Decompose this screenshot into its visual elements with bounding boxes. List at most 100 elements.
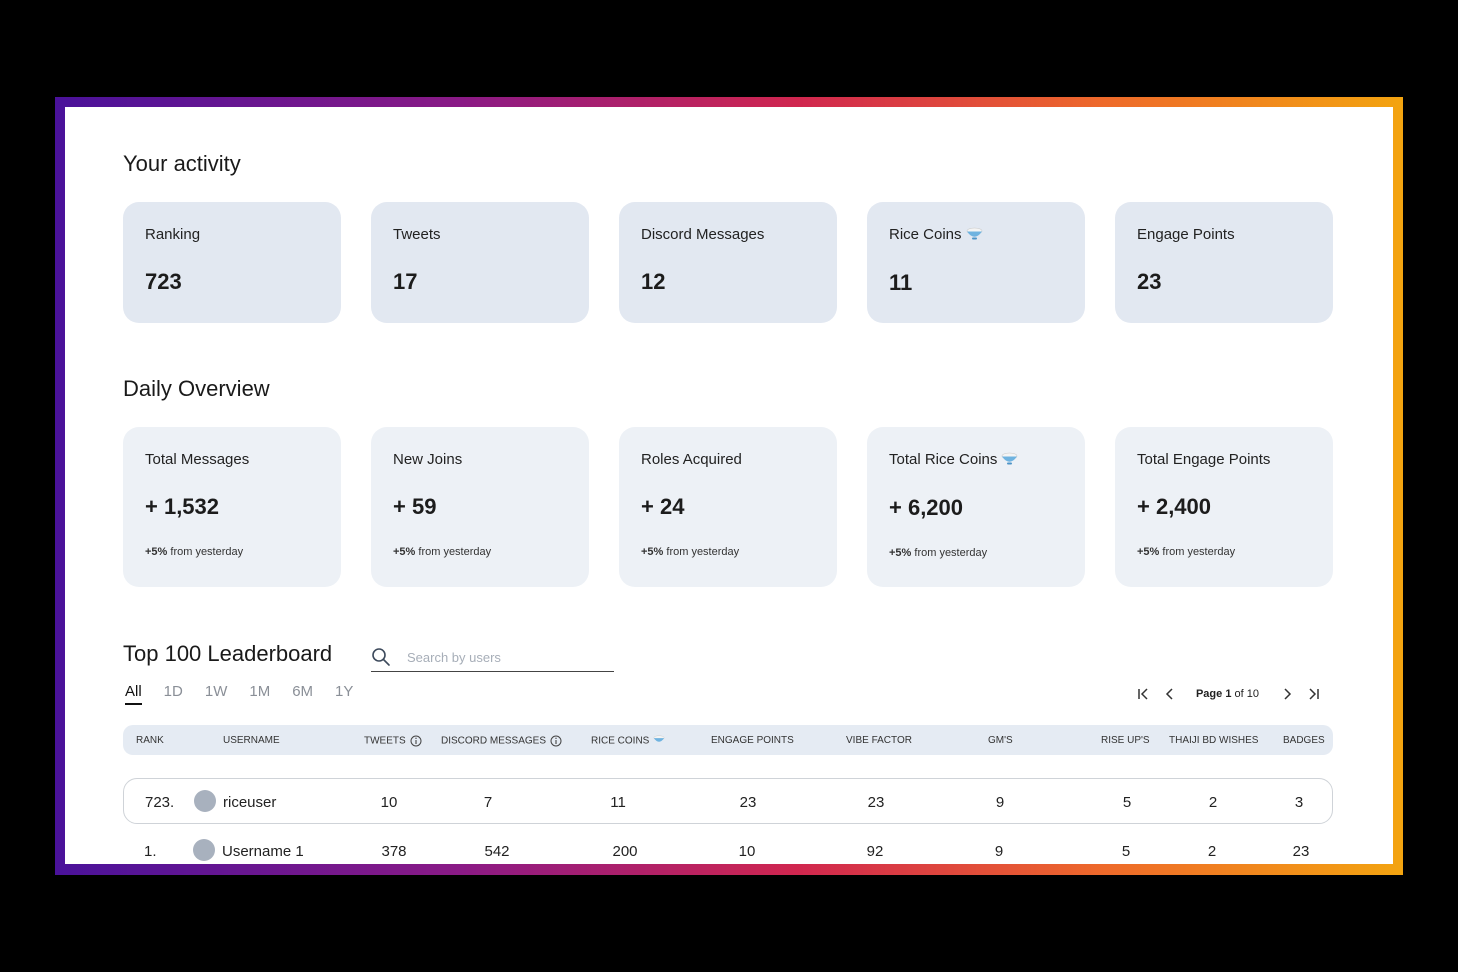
card-label: Roles Acquired — [641, 451, 742, 468]
first-page-icon[interactable] — [1134, 685, 1154, 703]
col-rice-wrap[interactable]: Rice Coins — [591, 735, 665, 747]
cell-discord: 542 — [484, 843, 510, 860]
cell-riseups: 5 — [1121, 843, 1131, 860]
avatar — [194, 790, 216, 812]
rice-bowl-icon — [653, 735, 665, 747]
cell-engage: 23 — [739, 794, 757, 811]
card-label: Ranking — [145, 226, 201, 243]
col-thaiji-wishes[interactable]: Thaiji BD Wishes — [1169, 735, 1258, 746]
col-tweets-wrap[interactable]: Tweets — [364, 735, 422, 747]
tab-1d[interactable]: 1D — [164, 683, 183, 705]
change-percent: +5% — [641, 546, 664, 558]
tab-1w[interactable]: 1W — [205, 683, 228, 705]
prev-page-icon[interactable] — [1160, 685, 1180, 703]
total-rice-coins-card: Total Rice Coins + 6,200 +5% from yester… — [867, 427, 1085, 587]
card-change: +5% from yesterday — [393, 546, 567, 558]
page-prefix: Page — [1195, 688, 1226, 700]
table-row-current-user[interactable]: 723. riceuser 10 7 11 23 23 9 5 2 3 — [123, 778, 1333, 824]
cell-engage: 10 — [738, 843, 756, 860]
search-icon[interactable] — [371, 647, 391, 667]
cell-tweets: 10 — [380, 794, 398, 811]
card-label-wrap: Rice Coins — [889, 226, 1063, 244]
cell-gms: 9 — [995, 794, 1005, 811]
card-label: Total Rice Coins — [889, 451, 998, 468]
tweets-card: Tweets 17 — [371, 202, 589, 323]
tab-1m[interactable]: 1M — [249, 683, 270, 705]
total-messages-card: Total Messages + 1,532 +5% from yesterda… — [123, 427, 341, 587]
cell-username[interactable]: Username 1 — [222, 843, 304, 860]
col-rank[interactable]: Rank — [136, 735, 164, 746]
card-label: Discord Messages — [641, 226, 765, 243]
card-value: + 24 — [641, 494, 685, 519]
search-box — [371, 645, 614, 672]
last-page-icon[interactable] — [1303, 685, 1323, 703]
card-value: 12 — [641, 269, 666, 294]
daily-cards: Total Messages + 1,532 +5% from yesterda… — [123, 427, 1333, 587]
card-value: 17 — [393, 269, 418, 294]
table-row[interactable]: 1. Username 1 378 542 200 10 92 9 5 2 23 — [123, 828, 1333, 864]
next-page-icon[interactable] — [1277, 685, 1297, 703]
col-username[interactable]: Username — [223, 735, 280, 746]
cell-username[interactable]: riceuser — [223, 794, 276, 811]
col-gms[interactable]: GM's — [988, 735, 1013, 746]
ranking-card: Ranking 723 — [123, 202, 341, 323]
pagination: Page 1 of 10 — [1134, 685, 1323, 703]
tab-6m[interactable]: 6M — [292, 683, 313, 705]
col-discord-wrap[interactable]: Discord Messages — [441, 735, 562, 747]
change-suffix: from yesterday — [1159, 546, 1236, 558]
page-total: 10 — [1246, 688, 1259, 700]
col-rice-coins: Rice Coins — [591, 735, 650, 747]
col-rise-ups[interactable]: Rise Up's — [1101, 735, 1150, 746]
gradient-frame: Your activity Ranking 723 Tweets 17 Disc… — [55, 97, 1403, 875]
cell-rice: 200 — [612, 843, 638, 860]
card-change: +5% from yesterday — [641, 546, 815, 558]
cell-rice: 11 — [610, 794, 626, 811]
col-vibe-factor[interactable]: Vibe Factor — [846, 735, 912, 746]
change-suffix: from yesterday — [911, 546, 988, 559]
tab-all[interactable]: All — [125, 683, 142, 705]
tab-1y[interactable]: 1Y — [335, 683, 353, 705]
change-percent: +5% — [1137, 546, 1160, 558]
cell-vibe: 92 — [866, 843, 884, 860]
card-value: + 2,400 — [1137, 494, 1212, 519]
cell-vibe: 23 — [867, 794, 885, 811]
change-suffix: from yesterday — [167, 546, 244, 558]
info-icon[interactable] — [410, 735, 422, 747]
dashboard-panel: Your activity Ranking 723 Tweets 17 Disc… — [65, 107, 1393, 864]
discord-messages-card: Discord Messages 12 — [619, 202, 837, 323]
change-percent: +5% — [889, 546, 912, 559]
col-engage-points[interactable]: Engage Points — [711, 735, 794, 746]
card-change: +5% from yesterday — [145, 546, 319, 558]
avatar — [193, 839, 215, 861]
info-icon[interactable] — [550, 735, 562, 747]
card-label: Total Messages — [145, 451, 250, 468]
card-change: +5% from yesterday — [889, 547, 1063, 559]
time-range-tabs: All 1D 1W 1M 6M 1Y — [125, 683, 375, 705]
cell-discord: 7 — [483, 794, 493, 811]
change-suffix: from yesterday — [415, 546, 492, 558]
card-value: + 6,200 — [889, 494, 964, 520]
change-suffix: from yesterday — [663, 546, 740, 558]
cell-gms: 9 — [994, 843, 1004, 860]
cell-badges: 3 — [1294, 794, 1304, 811]
card-value: + 1,532 — [145, 494, 220, 519]
activity-cards: Ranking 723 Tweets 17 Discord Messages 1… — [123, 202, 1333, 323]
engage-points-card: Engage Points 23 — [1115, 202, 1333, 323]
cell-badges: 23 — [1292, 843, 1310, 860]
cell-wishes: 2 — [1208, 794, 1218, 811]
cell-riseups: 5 — [1122, 794, 1132, 811]
cell-rank: 1. — [144, 843, 157, 860]
card-label: New Joins — [393, 451, 463, 468]
cell-wishes: 2 — [1207, 843, 1217, 860]
card-change: +5% from yesterday — [1137, 546, 1311, 558]
card-label-wrap: Total Rice Coins — [889, 451, 1063, 469]
card-value: 11 — [889, 269, 913, 295]
leaderboard-title: Top 100 Leaderboard — [123, 641, 333, 666]
rice-bowl-icon — [966, 227, 983, 244]
card-label: Rice Coins — [889, 226, 962, 243]
change-percent: +5% — [393, 546, 416, 558]
col-badges[interactable]: Badges — [1283, 735, 1325, 746]
table-header: Rank Username Tweets Discord Messages Ri… — [123, 725, 1333, 755]
card-label: Engage Points — [1137, 226, 1235, 243]
search-input[interactable] — [405, 645, 609, 669]
